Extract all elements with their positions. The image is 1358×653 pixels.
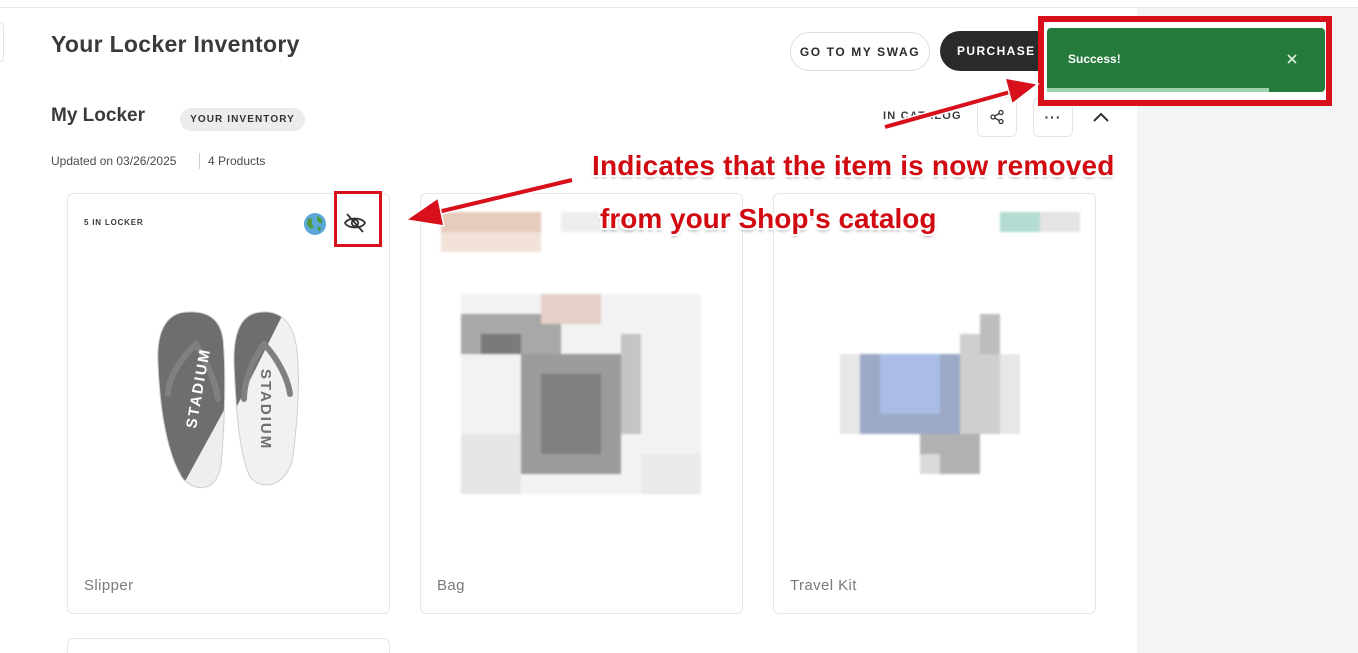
locker-title: My Locker bbox=[51, 105, 145, 126]
annotation-text-line2: from your Shop's catalog bbox=[600, 203, 937, 234]
sidebar-toggle-tab[interactable] bbox=[0, 22, 4, 62]
travel-kit-image bbox=[840, 212, 1080, 474]
share-icon bbox=[990, 109, 1004, 125]
product-name: Slipper bbox=[84, 577, 134, 594]
toast-message: Success! bbox=[1068, 52, 1121, 66]
inventory-badge: YOUR INVENTORY bbox=[180, 108, 305, 131]
eye-off-icon[interactable] bbox=[343, 211, 367, 235]
updated-date: Updated on 03/26/2025 bbox=[51, 154, 177, 168]
close-icon[interactable] bbox=[1285, 52, 1299, 66]
product-card-slipper[interactable]: 5 IN LOCKER STADIUM STADIUM Slipper bbox=[67, 193, 390, 614]
meta-divider bbox=[199, 153, 200, 169]
in-catalog-label[interactable]: IN CATALOG bbox=[883, 110, 962, 122]
toast-progress-bar bbox=[1047, 88, 1269, 92]
slipper-brand-text-right: STADIUM bbox=[257, 369, 274, 450]
product-card-travel-kit[interactable]: Travel Kit bbox=[773, 193, 1096, 614]
product-name: Bag bbox=[437, 577, 465, 594]
success-toast: Success! bbox=[1047, 28, 1325, 92]
product-name: Travel Kit bbox=[790, 577, 857, 594]
slipper-image: STADIUM STADIUM bbox=[157, 311, 299, 489]
go-to-my-swag-button[interactable]: GO TO MY SWAG bbox=[790, 32, 930, 71]
product-card-bag[interactable]: Bag bbox=[420, 193, 743, 614]
annotation-text-line1: Indicates that the item is now removed bbox=[592, 150, 1115, 181]
top-border bbox=[0, 0, 1358, 8]
share-button[interactable] bbox=[977, 97, 1017, 137]
bag-image bbox=[441, 212, 701, 494]
product-card-partial[interactable] bbox=[67, 638, 390, 653]
product-count: 4 Products bbox=[208, 154, 266, 168]
chevron-up-icon[interactable] bbox=[1088, 104, 1114, 130]
page-title: Your Locker Inventory bbox=[51, 31, 300, 57]
